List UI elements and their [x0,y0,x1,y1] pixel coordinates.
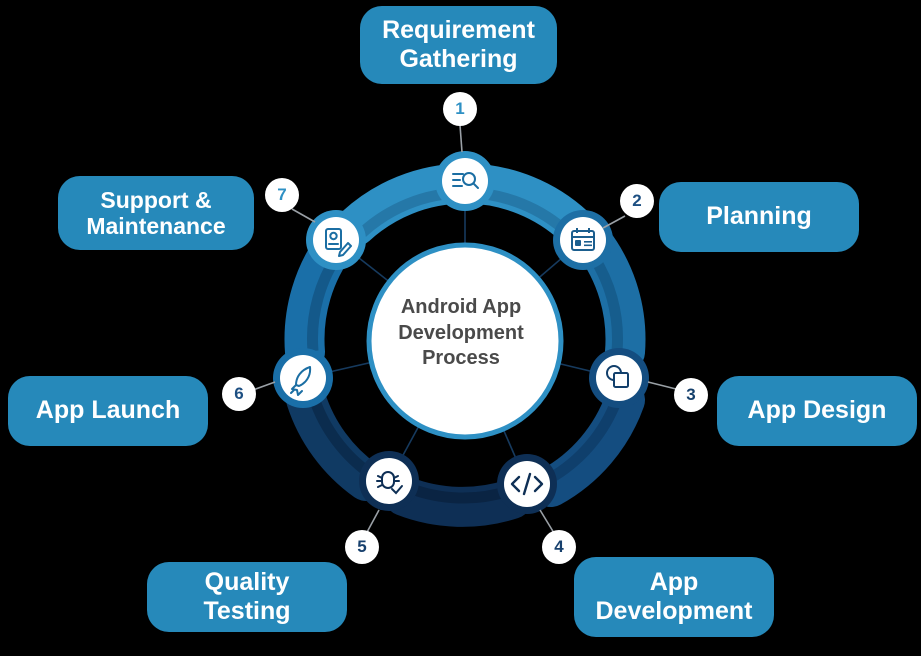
step-badge-1-text: 1 [455,99,465,118]
connector-3 [647,381,677,390]
step-badge-7-text: 7 [277,185,287,204]
step-badge-2[interactable]: 2 [620,184,654,218]
step-label-6-line-1: App Launch [35,396,181,425]
step-label-7[interactable]: Support & Maintenance [58,176,254,250]
step-badge-5-text: 5 [357,537,367,556]
step-label-4-line-2: Development [595,597,753,625]
step-label-4[interactable]: App Development [574,557,774,637]
step-badge-5[interactable]: 5 [345,530,379,564]
step-label-7-line-1: Support & [100,186,212,213]
step-badge-3-text: 3 [686,385,696,404]
connector-4 [539,509,555,534]
step-badge-4[interactable]: 4 [542,530,576,564]
connector-2 [602,215,626,229]
step-label-2-line-1: Planning [706,202,812,231]
step-badge-4-text: 4 [554,537,564,556]
step-label-3-line-1: App Design [747,396,887,425]
step-label-1[interactable]: Requirement Gathering [360,6,557,84]
step-badge-6-text: 6 [234,384,244,403]
connector-6 [252,381,276,391]
step-badge-7[interactable]: 7 [265,178,299,212]
step-label-1-line-2: Gathering [399,45,518,73]
step-badge-1[interactable]: 1 [443,92,477,126]
step-label-7-line-2: Maintenance [86,213,226,239]
step-label-4-line-1: App [649,568,699,597]
step-label-2[interactable]: Planning [659,182,859,252]
step-label-1-line-1: Requirement [382,16,535,45]
step-badge-2-text: 2 [632,191,642,210]
step-label-5-line-1: Quality Testing [203,567,291,626]
step-badge-3[interactable]: 3 [674,378,708,412]
step-badge-6[interactable]: 6 [222,377,256,411]
connector-1 [459,124,463,153]
connector-7 [291,208,316,223]
step-label-5[interactable]: Quality Testing [147,562,347,632]
step-label-6[interactable]: App Launch [8,376,208,446]
diagram-canvas: Android App Development Process Requirem… [0,0,921,656]
step-label-3[interactable]: App Design [717,376,917,446]
